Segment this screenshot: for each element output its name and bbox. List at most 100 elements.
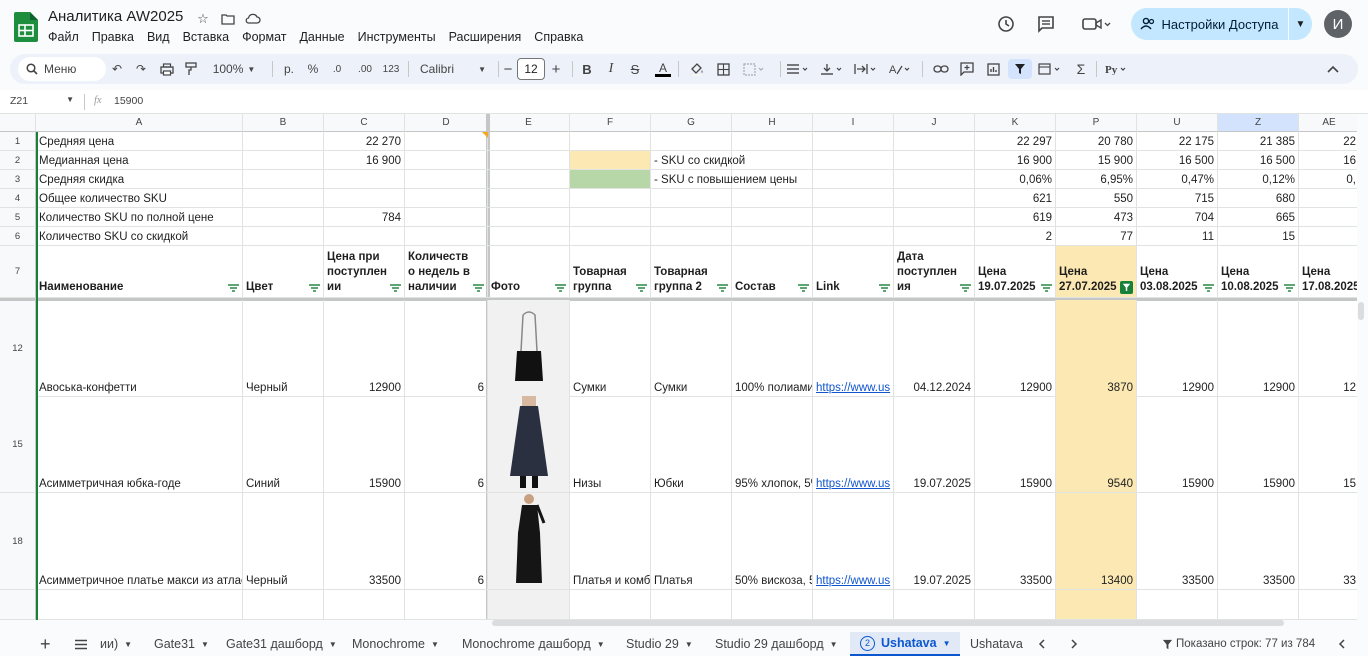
fill-color-icon[interactable] xyxy=(686,59,708,79)
cell-c[interactable]: 22 270 xyxy=(324,132,405,151)
cell-u[interactable]: 704 xyxy=(1137,208,1218,227)
cell-color[interactable]: Черный xyxy=(243,493,324,590)
header-cell[interactable]: Состав xyxy=(732,246,813,298)
row-header[interactable]: 6 xyxy=(0,227,36,246)
insert-comment-icon[interactable] xyxy=(956,59,978,79)
column-header[interactable]: B xyxy=(243,114,324,132)
cell[interactable] xyxy=(732,227,813,246)
cell-a[interactable]: Количество SKU со скидкой xyxy=(36,227,243,246)
cell-ae[interactable]: 0, xyxy=(1299,170,1357,189)
column-header[interactable]: J xyxy=(894,114,975,132)
collapse-toolbar-icon[interactable] xyxy=(1322,59,1344,79)
cell[interactable] xyxy=(243,189,324,208)
cell[interactable] xyxy=(570,170,651,189)
cell[interactable] xyxy=(894,132,975,151)
row-header[interactable]: 1 xyxy=(0,132,36,151)
cell-z[interactable]: 21 385 xyxy=(1218,132,1299,151)
active-filter-icon[interactable] xyxy=(1120,281,1133,294)
redo-icon[interactable]: ↷ xyxy=(130,59,152,79)
product-photo[interactable] xyxy=(488,300,570,397)
column-header[interactable]: P xyxy=(1056,114,1137,132)
cell[interactable] xyxy=(813,189,894,208)
cell-group2[interactable]: Юбки xyxy=(651,396,732,493)
cell[interactable] xyxy=(405,189,488,208)
cell[interactable] xyxy=(894,227,975,246)
cell-ae[interactable] xyxy=(1299,189,1357,208)
cell[interactable] xyxy=(570,132,651,151)
cell-c[interactable]: 784 xyxy=(324,208,405,227)
cell-g[interactable] xyxy=(651,227,732,246)
cell[interactable] xyxy=(1056,590,1137,620)
side-panel-toggle-icon[interactable] xyxy=(1338,632,1346,656)
strikethrough-button[interactable]: S xyxy=(624,59,646,79)
cell[interactable] xyxy=(894,208,975,227)
cell-date[interactable]: 04.12.2024 xyxy=(894,300,975,397)
cell[interactable] xyxy=(570,208,651,227)
cell-a[interactable]: Общее количество SKU xyxy=(36,189,243,208)
cell-weeks[interactable]: 6 xyxy=(405,396,488,493)
avatar[interactable]: И xyxy=(1324,10,1352,38)
meet-icon[interactable] xyxy=(1078,12,1114,36)
header-cell[interactable]: Товарная группа 2 xyxy=(651,246,732,298)
cell-p[interactable]: 3870 xyxy=(1056,300,1137,397)
sheet-tab-active[interactable]: 2 Ushatava ▼ xyxy=(850,632,960,656)
cell-weeks[interactable]: 6 xyxy=(405,493,488,590)
cell-group2[interactable]: Платья xyxy=(651,493,732,590)
cell-g[interactable]: - SKU с повышением цены xyxy=(651,170,797,189)
menu-insert[interactable]: Вставка xyxy=(183,30,229,44)
cell-g[interactable]: - SKU со скидкой xyxy=(651,151,745,170)
header-cell[interactable]: Link xyxy=(813,246,894,298)
cell-k[interactable]: 619 xyxy=(975,208,1056,227)
select-all-corner[interactable] xyxy=(0,114,36,132)
cell-ae[interactable]: 22 xyxy=(1299,132,1357,151)
cell-weeks[interactable]: 6 xyxy=(405,300,488,397)
column-header[interactable]: F xyxy=(570,114,651,132)
column-header[interactable]: G xyxy=(651,114,732,132)
cell-p[interactable]: 13400 xyxy=(1056,493,1137,590)
column-header[interactable]: U xyxy=(1137,114,1218,132)
zoom-select[interactable]: 100% ▼ xyxy=(208,59,260,79)
cell-group[interactable]: Сумки xyxy=(570,300,651,397)
all-sheets-icon[interactable] xyxy=(74,632,88,656)
cell[interactable] xyxy=(570,227,651,246)
row-header[interactable]: 5 xyxy=(0,208,36,227)
horizontal-scrollbar[interactable] xyxy=(492,620,1284,626)
cell-color[interactable]: Синий xyxy=(243,396,324,493)
currency-format-button[interactable]: р. xyxy=(278,59,300,79)
insert-chart-icon[interactable] xyxy=(982,59,1004,79)
cell-date[interactable]: 19.07.2025 xyxy=(894,493,975,590)
menu-extensions[interactable]: Расширения xyxy=(449,30,522,44)
cell-link[interactable]: https://www.us xyxy=(813,396,894,493)
cell-composition[interactable]: 50% вискоза, 50% xyxy=(732,493,813,590)
menu-tools[interactable]: Инструменты xyxy=(358,30,436,44)
cloud-status-icon[interactable] xyxy=(244,10,262,28)
cell[interactable] xyxy=(488,590,570,620)
cell-a[interactable]: Медианная цена xyxy=(36,151,243,170)
cell-p[interactable]: 20 780 xyxy=(1056,132,1137,151)
cell-ae[interactable]: 12 xyxy=(1299,300,1357,397)
header-cell[interactable]: Наименование xyxy=(36,246,243,298)
cell[interactable] xyxy=(36,590,243,620)
cell[interactable] xyxy=(405,170,488,189)
decrease-decimal-button[interactable]: .0 xyxy=(326,59,348,79)
text-rotation-icon[interactable]: A xyxy=(886,59,916,79)
cell-price[interactable]: 15900 xyxy=(324,396,405,493)
cell-price[interactable]: 12900 xyxy=(324,300,405,397)
cell[interactable] xyxy=(488,170,570,189)
cell[interactable] xyxy=(488,151,570,170)
add-sheet-button[interactable]: + xyxy=(40,632,51,656)
column-header[interactable]: E xyxy=(488,114,570,132)
cell-p[interactable]: 550 xyxy=(1056,189,1137,208)
scroll-tabs-left-icon[interactable] xyxy=(1038,632,1046,656)
cell-k[interactable]: 33500 xyxy=(975,493,1056,590)
cell-ae[interactable] xyxy=(1299,227,1357,246)
cell[interactable] xyxy=(243,590,324,620)
filter-views-icon[interactable] xyxy=(1036,59,1066,79)
cell[interactable] xyxy=(324,590,405,620)
cell[interactable] xyxy=(405,151,488,170)
font-select[interactable]: Calibri ▼ xyxy=(414,59,492,79)
cell-k[interactable]: 22 297 xyxy=(975,132,1056,151)
sheet-tab[interactable]: Monochrome дашборд ▼ xyxy=(462,632,605,656)
increase-font-size-button[interactable]: + xyxy=(548,59,564,79)
header-cell[interactable]: Фото xyxy=(488,246,570,298)
